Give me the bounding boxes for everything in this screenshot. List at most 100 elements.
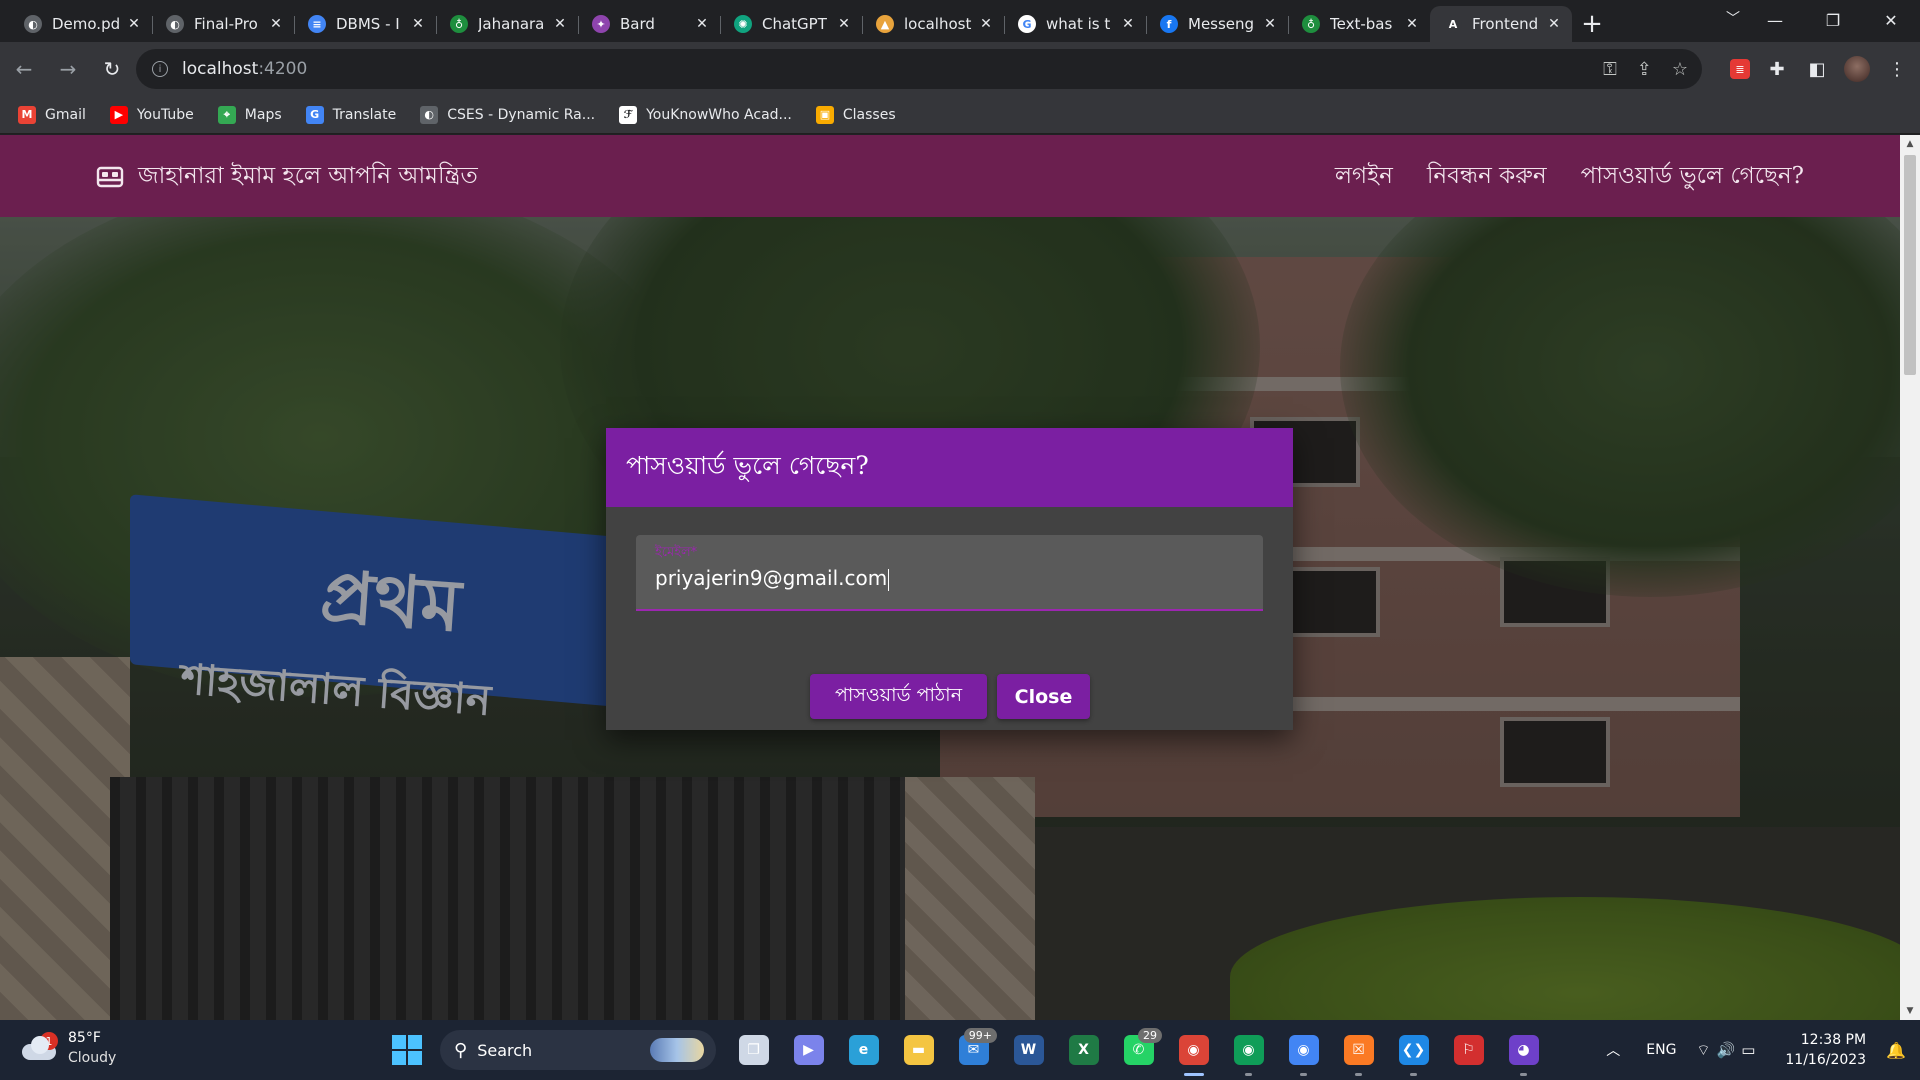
task-view-icon: ❐ xyxy=(738,1035,769,1065)
nav-register[interactable]: নিবন্ধন করুন xyxy=(1427,157,1547,196)
text-caret xyxy=(888,568,890,591)
scroll-thumb[interactable] xyxy=(1904,155,1916,375)
browser-tab[interactable]: ◐ Final-Pro ✕ xyxy=(152,6,294,42)
browser-tab[interactable]: ▲ localhost ✕ xyxy=(862,6,1004,42)
translate-icon: G xyxy=(305,105,324,124)
taskbar-app[interactable]: e xyxy=(836,1020,891,1080)
tab-close-icon[interactable]: ✕ xyxy=(550,16,570,32)
tab-close-icon[interactable]: ✕ xyxy=(1260,16,1280,32)
clock-date: 11/16/2023 xyxy=(1785,1052,1867,1068)
new-tab-button[interactable]: + xyxy=(1572,6,1612,42)
bookmark-item[interactable]: ▣ Classes xyxy=(815,105,896,124)
browser-tab[interactable]: ✦ Bard ✕ xyxy=(578,6,720,42)
bookmark-item[interactable]: ◐ CSES - Dynamic Ra... xyxy=(420,105,595,124)
back-icon[interactable]: ← xyxy=(4,49,44,89)
dialog-title: পাসওয়ার্ড ভুলে গেছেন? xyxy=(606,428,1293,507)
side-panel-icon[interactable]: ◧ xyxy=(1804,56,1830,82)
taskbar-app[interactable]: ❐ xyxy=(726,1020,781,1080)
tray-overflow-icon[interactable]: ︿ xyxy=(1606,1040,1620,1060)
taskbar-app[interactable]: ⚐ xyxy=(1441,1020,1496,1080)
brand[interactable]: জাহানারা ইমাম হলে আপনি আমন্ত্রিত xyxy=(96,157,478,196)
chatgpt-icon: ✺ xyxy=(734,15,752,33)
taskbar-app[interactable]: ◉ xyxy=(1221,1020,1276,1080)
tab-close-icon[interactable]: ✕ xyxy=(266,16,286,32)
browser-tab[interactable]: A Frontend ✕ xyxy=(1430,6,1572,42)
taskbar-app[interactable]: W xyxy=(1001,1020,1056,1080)
forward-icon[interactable]: → xyxy=(48,49,88,89)
send-password-button[interactable]: পাসওয়ার্ড পাঠান xyxy=(810,674,987,719)
browser-tab[interactable]: ≡ DBMS - I ✕ xyxy=(294,6,436,42)
window-controls: — ❐ ✕ xyxy=(1746,0,1920,40)
email-input[interactable]: priyajerin9@gmail.com xyxy=(655,566,1235,591)
taskbar-app[interactable]: ▬ xyxy=(891,1020,946,1080)
taskbar-app[interactable]: ✆ 29 xyxy=(1111,1020,1166,1080)
network-volume-battery-icons[interactable]: ⌔🔊▭ xyxy=(1696,1041,1761,1060)
restore-icon[interactable]: ❐ xyxy=(1804,0,1862,40)
bookmark-item[interactable]: ▶ YouTube xyxy=(109,105,194,124)
clock[interactable]: 12:38 PM 11/16/2023 xyxy=(1785,1030,1866,1070)
share-icon[interactable]: ⇪ xyxy=(1637,59,1652,80)
extension-red-icon[interactable]: ≣ xyxy=(1730,59,1750,79)
tab-close-icon[interactable]: ✕ xyxy=(408,16,428,32)
cloud-icon: 1 xyxy=(22,1032,58,1060)
tab-close-icon[interactable]: ✕ xyxy=(1544,16,1564,32)
minimize-icon[interactable]: — xyxy=(1746,0,1804,40)
browser-tab[interactable]: ♁ Text-bas ✕ xyxy=(1288,6,1430,42)
site-info-icon[interactable]: i xyxy=(152,61,168,77)
browser-tab[interactable]: ◐ Demo.pd ✕ xyxy=(10,6,152,42)
bookmark-item[interactable]: G Translate xyxy=(305,105,396,124)
notification-bell-icon[interactable]: 🔔 xyxy=(1886,1041,1906,1060)
profile-avatar[interactable] xyxy=(1844,56,1870,82)
close-window-icon[interactable]: ✕ xyxy=(1862,0,1920,40)
tab-close-icon[interactable]: ✕ xyxy=(1118,16,1138,32)
nav-login[interactable]: লগইন xyxy=(1335,157,1393,196)
browser-tab[interactable]: ♁ Jahanara ✕ xyxy=(436,6,578,42)
scroll-up-icon[interactable]: ▲ xyxy=(1900,139,1920,149)
tab-strip: ◐ Demo.pd ✕ ◐ Final-Pro ✕ ≡ DBMS - I ✕ ♁ Jahanara ✕… xyxy=(0,0,1920,42)
browser-tab[interactable]: ✺ ChatGPT ✕ xyxy=(720,6,862,42)
taskbar-app[interactable]: ☒ xyxy=(1331,1020,1386,1080)
extensions-puzzle-icon[interactable]: ✚ xyxy=(1764,56,1790,82)
browser-tab[interactable]: Gwhat is t ✕ xyxy=(1004,6,1146,42)
address-bar[interactable]: i localhost:4200 ⚿ ⇪ ☆ xyxy=(136,49,1702,89)
page-scrollbar[interactable]: ▲ ▼ xyxy=(1900,135,1920,1020)
app-navbar: জাহানারা ইমাম হলে আপনি আমন্ত্রিত লগইন নি… xyxy=(0,135,1900,217)
tab-close-icon[interactable]: ✕ xyxy=(834,16,854,32)
tab-close-icon[interactable]: ✕ xyxy=(124,16,144,32)
email-field[interactable]: ইমেইল* priyajerin9@gmail.com xyxy=(636,535,1263,611)
close-dialog-button[interactable]: Close xyxy=(997,674,1090,719)
scroll-down-icon[interactable]: ▼ xyxy=(1900,1006,1920,1016)
reload-icon[interactable]: ↻ xyxy=(92,49,132,89)
taskbar-app[interactable]: ◉ xyxy=(1166,1020,1221,1080)
bookmark-item[interactable]: M Gmail xyxy=(18,105,86,124)
taskbar-app[interactable]: ◉ xyxy=(1276,1020,1331,1080)
file-explorer-icon: ▬ xyxy=(903,1035,934,1065)
taskbar-app[interactable]: ✉ 99+ xyxy=(946,1020,1001,1080)
xampp-icon: ☒ xyxy=(1343,1035,1374,1065)
taskbar-app[interactable]: ◕ xyxy=(1496,1020,1551,1080)
bookmark-star-icon[interactable]: ☆ xyxy=(1672,59,1688,80)
tab-close-icon[interactable]: ✕ xyxy=(1402,16,1422,32)
start-windows-icon[interactable] xyxy=(392,1035,422,1065)
taskbar-app[interactable]: ❮❯ xyxy=(1386,1020,1441,1080)
key-icon[interactable]: ⚿ xyxy=(1603,59,1617,80)
weather-widget[interactable]: 1 85°F Cloudy xyxy=(22,1028,116,1068)
menu-kebab-icon[interactable]: ⋮ xyxy=(1884,56,1910,82)
tab-title: Bard xyxy=(620,15,655,33)
github-icon: ◕ xyxy=(1508,1035,1539,1065)
maps-icon: ⌖ xyxy=(217,105,236,124)
mountain-icon: ▲ xyxy=(876,15,894,33)
taskbar-app[interactable]: X xyxy=(1056,1020,1111,1080)
tab-close-icon[interactable]: ✕ xyxy=(692,16,712,32)
taskbar-search[interactable]: ⚲ Search xyxy=(440,1030,716,1070)
taskbar-app[interactable]: ▶ xyxy=(781,1020,836,1080)
language-indicator[interactable]: ENG xyxy=(1646,1042,1676,1058)
nav-forgot-password[interactable]: পাসওয়ার্ড ভুলে গেছেন? xyxy=(1581,157,1804,196)
browser-tab[interactable]: f Messeng ✕ xyxy=(1146,6,1288,42)
tab-search-icon[interactable]: ﹀ xyxy=(1726,8,1740,28)
page-viewport: প্রথম শাহজালাল বিজ্ঞান জাহানারা ইমাম হলে… xyxy=(0,135,1900,1020)
bookmark-item[interactable]: ℱ YouKnowWho Acad... xyxy=(619,105,792,124)
bookmark-item[interactable]: ⌖ Maps xyxy=(217,105,282,124)
browser-toolbar: ← → ↻ i localhost:4200 ⚿ ⇪ ☆ ≣ ✚ ◧ ⋮ xyxy=(0,42,1920,96)
tab-close-icon[interactable]: ✕ xyxy=(976,16,996,32)
